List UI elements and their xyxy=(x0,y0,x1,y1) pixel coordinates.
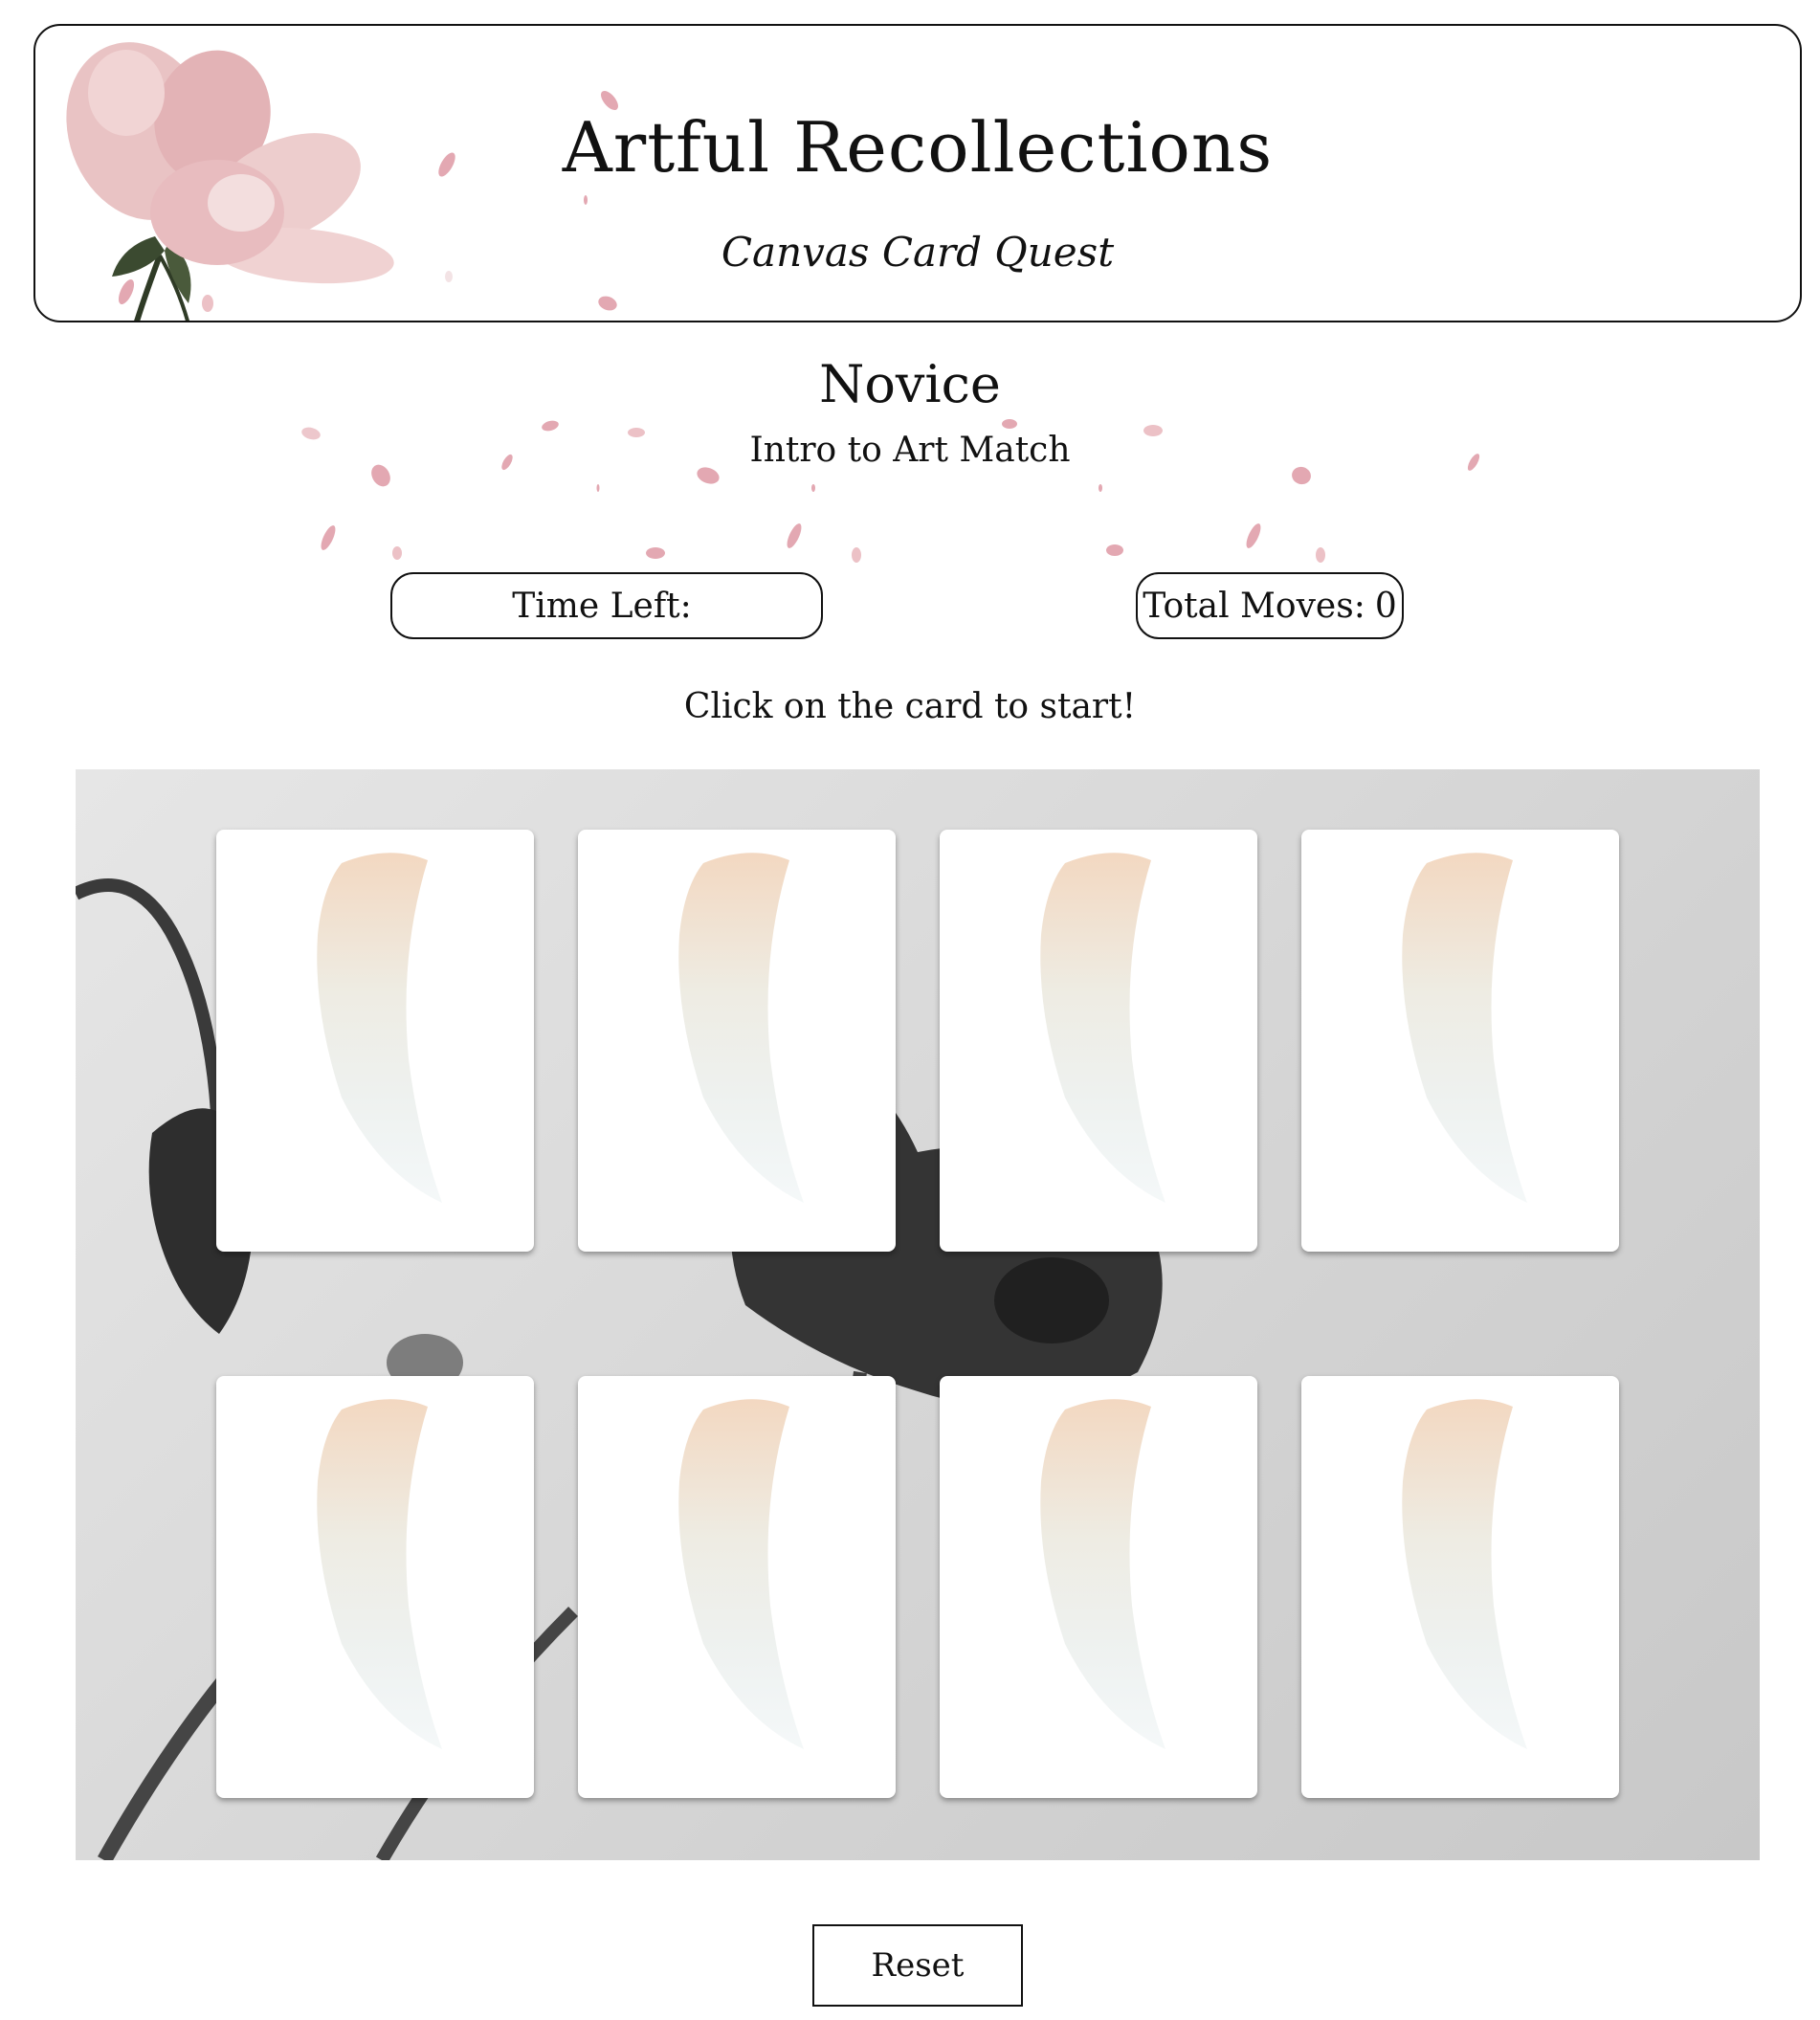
memory-card[interactable] xyxy=(1301,830,1619,1252)
memory-card[interactable] xyxy=(578,830,896,1252)
total-moves-label: Total Moves: xyxy=(1143,586,1365,626)
game-subtitle: Canvas Card Quest xyxy=(721,229,1115,276)
memory-card[interactable] xyxy=(578,1376,896,1798)
paint-brush-stroke-icon xyxy=(317,853,442,1203)
time-left-label: Time Left: xyxy=(512,586,692,626)
memory-card[interactable] xyxy=(940,1376,1257,1798)
memory-card[interactable] xyxy=(216,830,534,1252)
paint-brush-stroke-icon xyxy=(1402,853,1527,1203)
game-title: Artful Recollections xyxy=(562,107,1274,188)
memory-card[interactable] xyxy=(940,830,1257,1252)
paint-brush-stroke-icon xyxy=(317,1399,442,1749)
paint-brush-stroke-icon xyxy=(1402,1399,1527,1749)
memory-card[interactable] xyxy=(216,1376,534,1798)
paint-brush-stroke-icon xyxy=(1040,1399,1165,1749)
level-description: Intro to Art Match xyxy=(749,431,1071,470)
start-instruction: Click on the card to start! xyxy=(683,687,1137,726)
game-board xyxy=(76,769,1760,1860)
paint-brush-stroke-icon xyxy=(678,1399,804,1749)
memory-card[interactable] xyxy=(1301,1376,1619,1798)
total-moves-value: 0 xyxy=(1374,586,1397,626)
header-banner: Artful Recollections Canvas Card Quest xyxy=(33,24,1802,322)
paint-brush-stroke-icon xyxy=(1040,853,1165,1203)
time-left-display: Time Left: xyxy=(390,572,823,639)
paint-brush-stroke-icon xyxy=(678,853,804,1203)
total-moves-display: Total Moves: 0 xyxy=(1136,572,1404,639)
level-name: Novice xyxy=(819,354,1001,414)
reset-button[interactable]: Reset xyxy=(812,1924,1023,2007)
